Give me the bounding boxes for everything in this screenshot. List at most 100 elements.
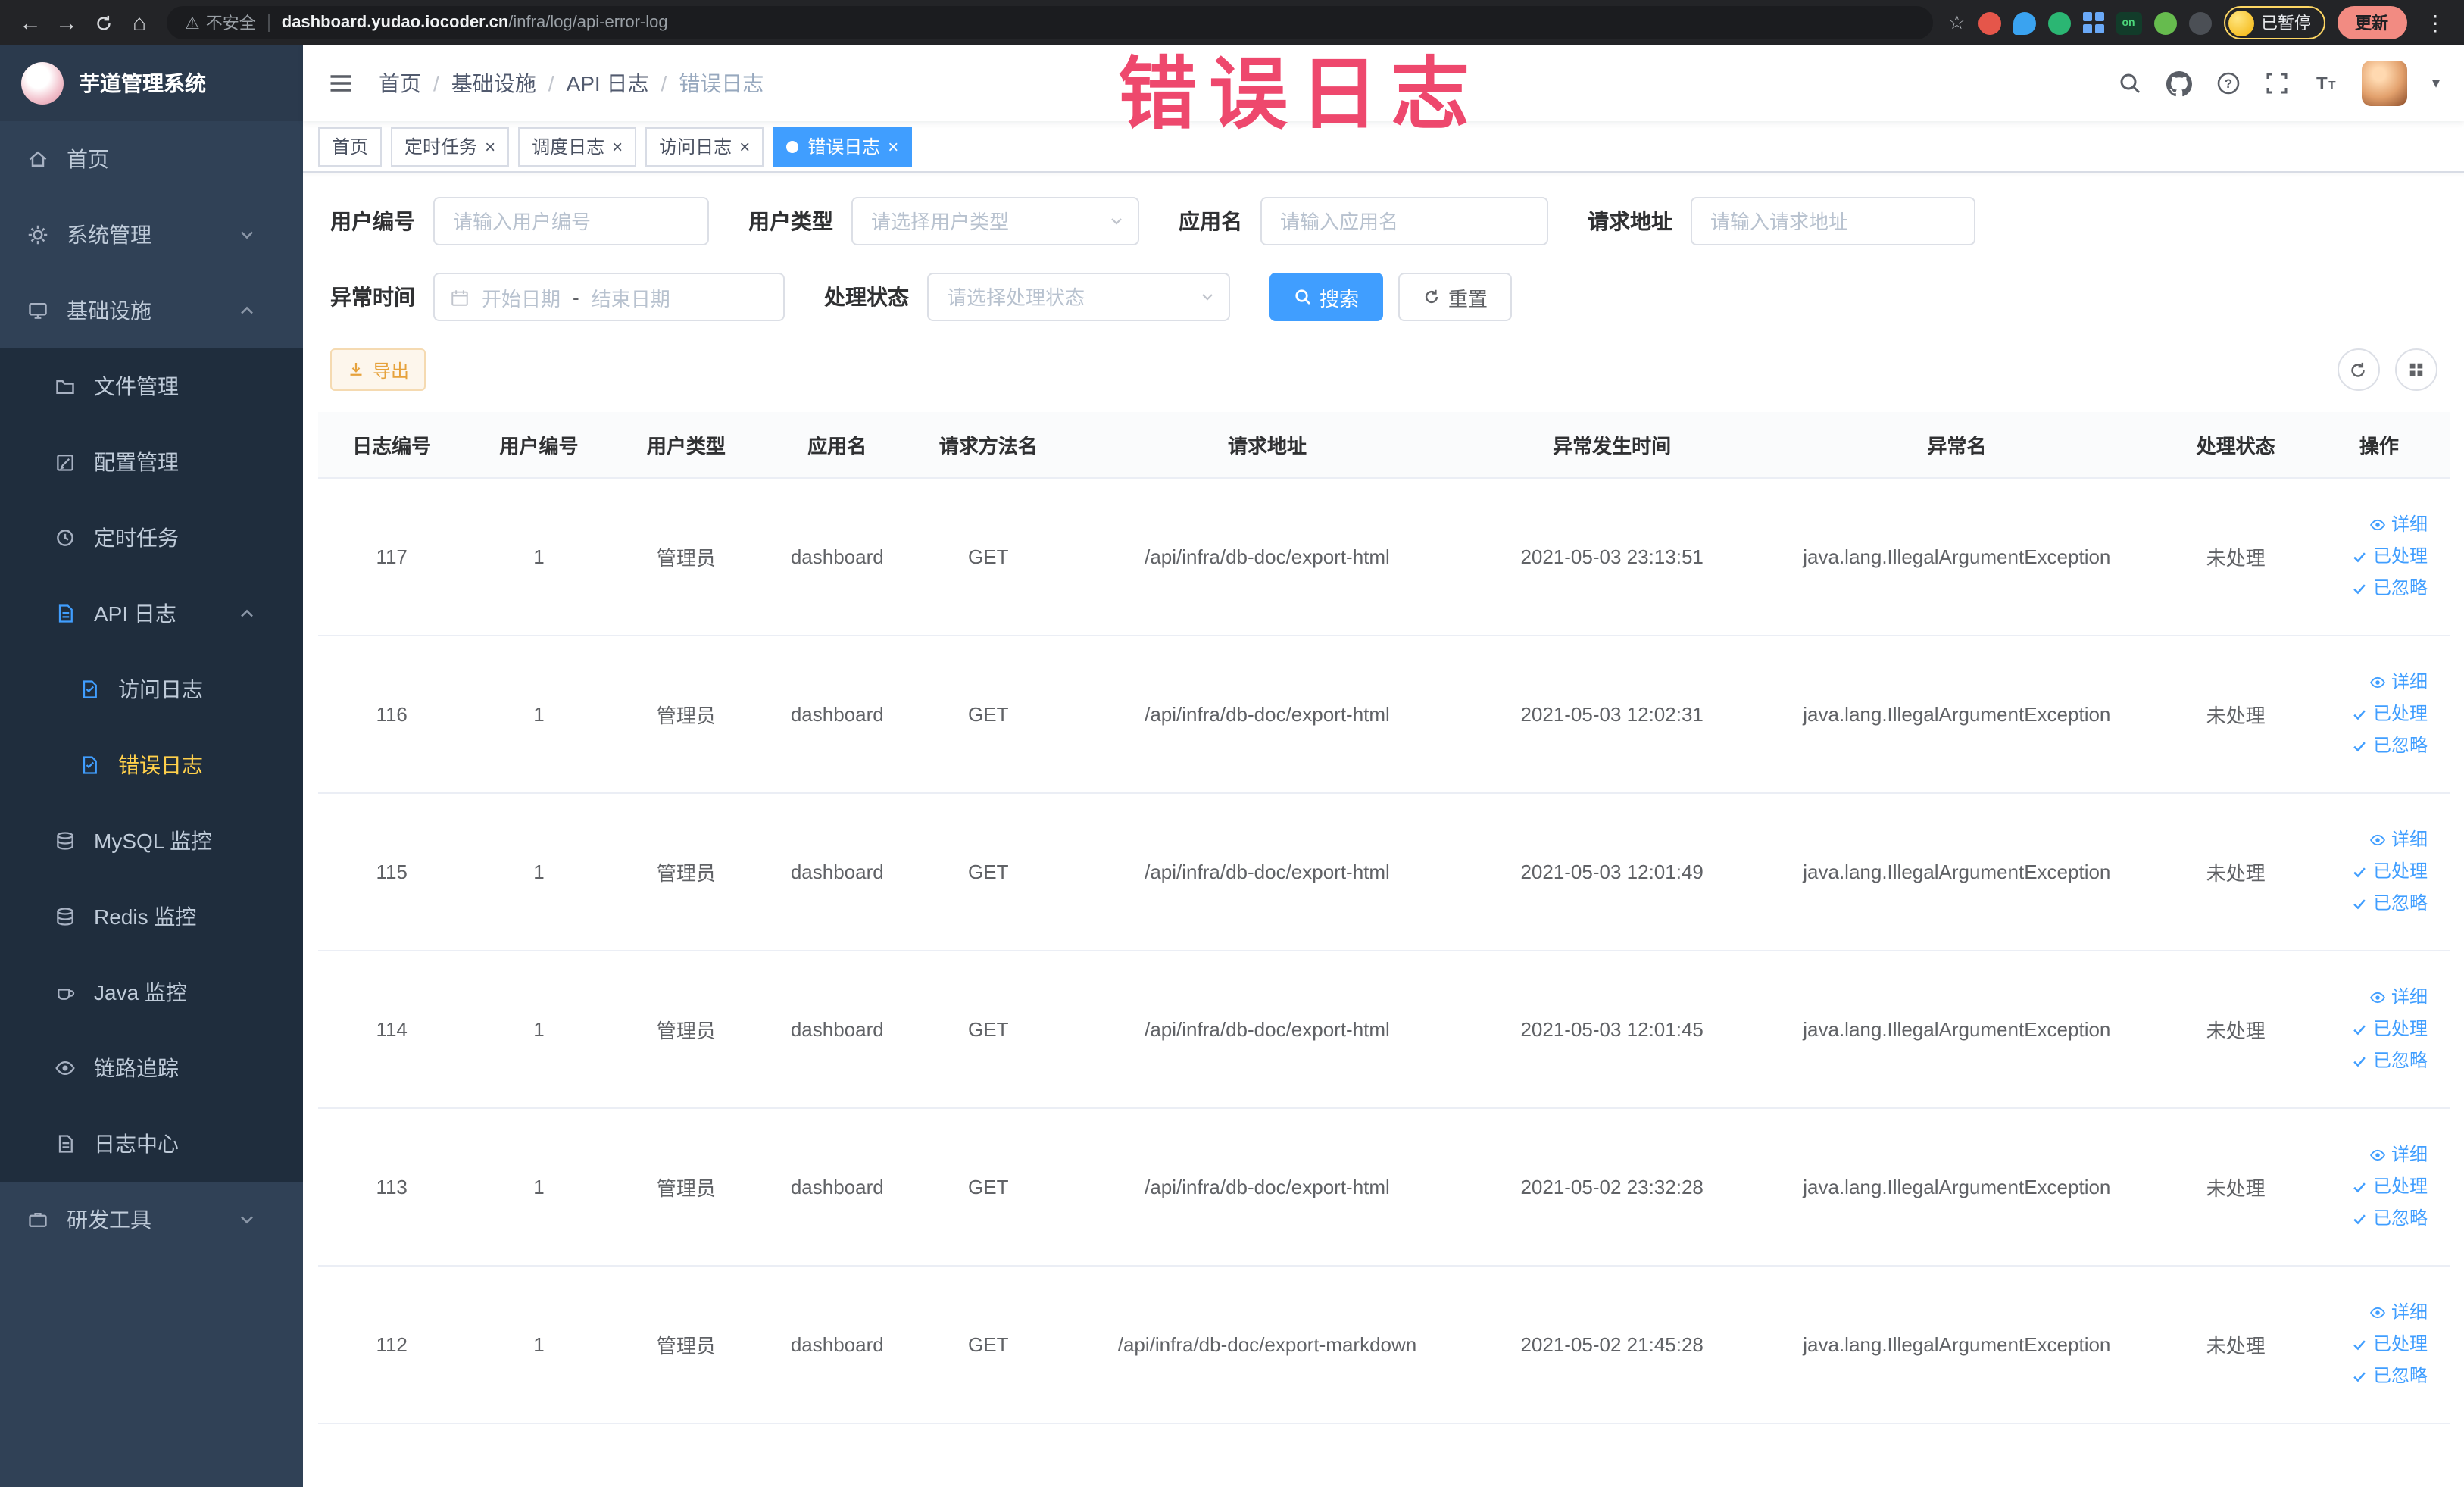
help-icon[interactable]: ? xyxy=(2217,71,2241,95)
extension-red-icon[interactable] xyxy=(1978,11,2000,34)
sidebar-item-home[interactable]: 首页 xyxy=(0,121,303,197)
process-status-select[interactable] xyxy=(927,273,1230,321)
tab-调度日志[interactable]: 调度日志 × xyxy=(518,127,637,166)
ignored-link[interactable]: 已忽略 xyxy=(2319,573,2428,604)
sidebar-item-trace[interactable]: 链路追踪 xyxy=(0,1030,303,1106)
cell-actions: 详细 已处理 已忽略 xyxy=(2309,636,2449,794)
ignored-link[interactable]: 已忽略 xyxy=(2319,1045,2428,1077)
processed-link[interactable]: 已处理 xyxy=(2319,1014,2428,1045)
detail-link[interactable]: 详细 xyxy=(2319,667,2428,698)
sidebar-item-job[interactable]: 定时任务 xyxy=(0,500,303,576)
date-range-picker[interactable]: 开始日期 - 结束日期 xyxy=(433,273,785,321)
tab-访问日志[interactable]: 访问日志 × xyxy=(645,127,764,166)
cell-user_id: 1 xyxy=(465,636,613,794)
cell-user_type: 管理员 xyxy=(612,1266,760,1424)
fullscreen-icon[interactable] xyxy=(2266,71,2290,95)
cell-url: /api/infra/db-doc/export-html xyxy=(1061,478,1473,636)
extension-paw-icon[interactable] xyxy=(2188,11,2211,34)
process-status-select-input[interactable] xyxy=(927,273,1230,321)
user-avatar[interactable] xyxy=(2362,61,2408,106)
browser-update-button[interactable]: 更新 xyxy=(2337,6,2406,39)
tab-close-icon[interactable]: × xyxy=(888,137,898,155)
processed-link[interactable]: 已处理 xyxy=(2319,1329,2428,1360)
extension-green-circle-icon[interactable] xyxy=(2047,11,2070,34)
browser-home-icon[interactable]: ⌂ xyxy=(121,5,158,41)
tab-错误日志[interactable]: 错误日志 × xyxy=(773,127,913,166)
address-bar[interactable]: ⚠ 不安全 dashboard.yudao.iocoder.cn/infra/l… xyxy=(167,6,1933,39)
refresh-table-button[interactable] xyxy=(2337,348,2379,391)
cell-method: GET xyxy=(914,636,1062,794)
detail-link[interactable]: 详细 xyxy=(2319,509,2428,541)
user-id-label: 用户编号 xyxy=(330,209,415,233)
sidebar-item-log-center[interactable]: 日志中心 xyxy=(0,1106,303,1182)
chevron-up-icon xyxy=(236,300,258,321)
extension-blue-drop-icon[interactable] xyxy=(2013,11,2035,34)
forward-icon[interactable]: → xyxy=(48,5,85,41)
tab-close-icon[interactable]: × xyxy=(739,137,750,155)
sidebar-item-api-log[interactable]: API 日志 xyxy=(0,576,303,651)
ignored-link[interactable]: 已忽略 xyxy=(2319,730,2428,762)
github-icon[interactable] xyxy=(2166,70,2193,96)
search-button[interactable]: 搜索 xyxy=(1269,273,1384,321)
extension-grid-icon[interactable] xyxy=(2082,12,2103,33)
breadcrumb-item[interactable]: API 日志 xyxy=(567,68,649,98)
table-body: 117 1 管理员 dashboard GET/api/infra/db-doc/exp… xyxy=(318,478,2449,1424)
app-name-input[interactable] xyxy=(1260,197,1548,245)
tab-定时任务[interactable]: 定时任务 × xyxy=(391,127,510,166)
sidebar-item-redis[interactable]: Redis 监控 xyxy=(0,879,303,954)
profile-paused-badge[interactable]: 已暂停 xyxy=(2223,6,2325,39)
processed-link[interactable]: 已处理 xyxy=(2319,541,2428,573)
user-type-select[interactable] xyxy=(851,197,1139,245)
app-title: 芋道管理系统 xyxy=(79,71,206,95)
sidebar-item-infra[interactable]: 基础设施 xyxy=(0,273,303,348)
folder-icon xyxy=(55,376,76,397)
browser-menu-icon[interactable]: ⋮ xyxy=(2419,10,2452,36)
user-id-input[interactable] xyxy=(433,197,709,245)
sidebar-item-mysql[interactable]: MySQL 监控 xyxy=(0,803,303,879)
extension-leaf-icon[interactable] xyxy=(2153,11,2176,34)
sidebar-item-label: 配置管理 xyxy=(94,450,179,474)
ignored-link[interactable]: 已忽略 xyxy=(2319,888,2428,920)
processed-link[interactable]: 已处理 xyxy=(2319,856,2428,888)
breadcrumb-item[interactable]: 基础设施 xyxy=(451,68,536,98)
sidebar-item-error-log[interactable]: 错误日志 xyxy=(0,727,303,803)
ignored-link[interactable]: 已忽略 xyxy=(2319,1203,2428,1235)
back-icon[interactable]: ← xyxy=(12,5,48,41)
detail-link[interactable]: 详细 xyxy=(2319,1297,2428,1329)
search-icon[interactable] xyxy=(2119,71,2143,95)
tab-close-icon[interactable]: × xyxy=(612,137,623,155)
ignored-link[interactable]: 已忽略 xyxy=(2319,1360,2428,1392)
breadcrumb-item[interactable]: 首页 xyxy=(379,68,421,98)
tab-close-icon[interactable]: × xyxy=(485,137,495,155)
sidebar-item-file[interactable]: 文件管理 xyxy=(0,348,303,424)
font-size-icon[interactable]: TT xyxy=(2314,71,2338,95)
export-button[interactable]: 导出 xyxy=(330,348,426,391)
reload-icon[interactable] xyxy=(85,5,121,41)
reset-button[interactable]: 重置 xyxy=(1398,273,1513,321)
avatar-caret-down-icon[interactable]: ▾ xyxy=(2432,75,2440,92)
omnibox-divider xyxy=(267,14,270,32)
action-label: 已处理 xyxy=(2372,1333,2428,1354)
sidebar-item-access-log[interactable]: 访问日志 xyxy=(0,651,303,727)
extension-on-badge-icon[interactable]: on xyxy=(2116,11,2141,34)
user-type-select-input[interactable] xyxy=(851,197,1139,245)
sidebar-item-java[interactable]: Java 监控 xyxy=(0,954,303,1030)
detail-link[interactable]: 详细 xyxy=(2319,982,2428,1014)
processed-link[interactable]: 已处理 xyxy=(2319,698,2428,730)
sidebar-item-system[interactable]: 系统管理 xyxy=(0,197,303,273)
detail-link[interactable]: 详细 xyxy=(2319,824,2428,856)
eye-icon xyxy=(2370,674,2387,691)
sidebar-item-devtools[interactable]: 研发工具 xyxy=(0,1182,303,1257)
cell-id: 113 xyxy=(318,1108,466,1267)
app-logo[interactable]: 芋道管理系统 xyxy=(0,45,303,121)
processed-link[interactable]: 已处理 xyxy=(2319,1171,2428,1203)
action-label: 已忽略 xyxy=(2372,1050,2428,1071)
request-url-input[interactable] xyxy=(1691,197,1975,245)
sidebar-item-config[interactable]: 配置管理 xyxy=(0,424,303,500)
hamburger-icon[interactable] xyxy=(327,70,354,97)
tab-首页[interactable]: 首页 xyxy=(318,127,383,166)
column-settings-button[interactable] xyxy=(2394,348,2437,391)
header-bar: 首页 / 基础设施 / API 日志 / 错误日志 ? TT ▾ xyxy=(303,45,2464,121)
detail-link[interactable]: 详细 xyxy=(2319,1139,2428,1171)
bookmark-star-icon[interactable]: ☆ xyxy=(1948,11,1966,35)
